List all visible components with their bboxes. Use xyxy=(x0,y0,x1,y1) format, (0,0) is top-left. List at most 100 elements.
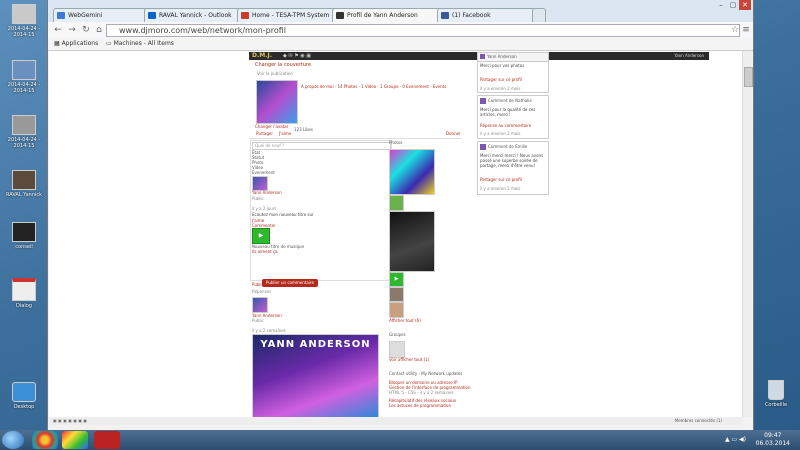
desktop-icon-archive-3[interactable]: 2014-04-24 - 2014-15 xyxy=(2,115,46,149)
tab-profil[interactable]: Profil de Yann Anderson ✕ xyxy=(332,8,450,22)
desktop-icon-label: conseil xyxy=(15,244,33,250)
nav-photos[interactable]: 14 Photos xyxy=(337,84,357,89)
photo-thumb-4[interactable] xyxy=(389,302,404,318)
change-cover-link[interactable]: Changer la couverture xyxy=(255,62,311,68)
bookmark-label: Machines - All Items xyxy=(113,40,174,47)
play-icon[interactable]: ▶ xyxy=(389,272,404,287)
sidebar-card-3: Comment de Émilie Merci merci merci ! No… xyxy=(477,141,549,195)
card-author[interactable]: Comment de Émilie xyxy=(488,144,527,149)
tray-icons[interactable]: ▲ ▭ ◀) xyxy=(725,436,746,443)
post2-avatar[interactable] xyxy=(252,297,268,313)
desktop-icon-label: 2014-04-24 - 2014-15 xyxy=(7,137,41,149)
activity-list: Bloquer un domaine ou adresse IP Gestion… xyxy=(389,380,471,408)
home-icon[interactable]: ⌂ xyxy=(93,24,105,36)
address-bar[interactable]: www.djmoro.com/web/network/mon-profil xyxy=(106,24,740,37)
groups-link[interactable]: Voir afficher tout (1) xyxy=(389,357,429,362)
card-text: Merci merci merci ! Nous avons passé une… xyxy=(480,153,544,168)
scrollbar-thumb[interactable] xyxy=(744,67,753,87)
facebook-icon xyxy=(441,12,449,19)
change-avatar-link[interactable]: Changer l'avatar xyxy=(255,124,288,129)
avatar[interactable] xyxy=(480,144,486,150)
vertical-scrollbar[interactable] xyxy=(742,51,753,417)
avatar[interactable] xyxy=(480,98,486,104)
members-online[interactable]: Membres connectés (1) xyxy=(675,418,722,423)
window-controls: – ▢ ✕ xyxy=(715,0,751,12)
desktop-icon-archive-2[interactable]: 2014-04-24 - 2014-15 xyxy=(2,60,46,94)
view-all-photos-link[interactable]: Afficher tout (6) xyxy=(389,318,421,323)
chrome-taskbar-icon[interactable] xyxy=(32,431,58,449)
profile-link[interactable]: Voir la publication xyxy=(257,71,293,76)
site-logo[interactable]: D.M.J. xyxy=(252,52,272,60)
minimize-icon[interactable]: – xyxy=(715,0,727,10)
share-link[interactable]: Partager xyxy=(256,131,273,136)
photo-thumb-2[interactable] xyxy=(389,211,435,272)
maximize-icon[interactable]: ▢ xyxy=(727,0,739,10)
reload-icon[interactable]: ↻ xyxy=(80,24,92,36)
back-icon[interactable]: ← xyxy=(52,24,64,36)
file-icon xyxy=(12,4,36,24)
post2-visibility: Public xyxy=(252,318,264,323)
tab-webgemini[interactable]: WebGemini ✕ xyxy=(53,8,157,22)
desktop-icon-label: Corbeille xyxy=(764,402,788,408)
tab-outlook[interactable]: RAVAL Yannick - Outlook ✕ xyxy=(144,8,250,22)
card-reply-link[interactable]: Réponse au commentaire xyxy=(480,123,531,128)
activity-item[interactable]: Les astuces de programmation xyxy=(389,403,471,408)
like-link[interactable]: J'aime xyxy=(279,131,291,136)
footer-icons[interactable]: ▣ ▣ ▣ ▣ ▣ ▣ ▣ xyxy=(53,418,87,423)
desktop-icon-label: 2014-04-24 - 2014-15 xyxy=(7,26,41,38)
tab-label: (1) Facebook xyxy=(452,12,491,19)
file-icon xyxy=(12,115,36,135)
filezilla-taskbar-icon[interactable] xyxy=(94,431,120,449)
outlook-icon xyxy=(148,12,156,19)
nav-icons[interactable]: ◆ ✉ ⚑ ◉ ▣ xyxy=(283,53,311,59)
desktop-icon-desktop[interactable]: Desktop xyxy=(2,382,46,410)
photos-label: Photos xyxy=(389,140,403,145)
card-author[interactable]: Comment de Nathalie xyxy=(488,98,532,103)
divider xyxy=(249,138,461,139)
paint-taskbar-icon[interactable] xyxy=(62,431,88,449)
clock-time: 09:47 xyxy=(764,432,782,439)
desktop-icon-recycle-bin[interactable]: Corbeille xyxy=(754,380,798,408)
nav-groups[interactable]: 1 Groupe xyxy=(380,84,398,89)
android-icon[interactable] xyxy=(389,195,404,211)
nav-events[interactable]: 0 Evenement xyxy=(402,84,429,89)
desktop-icon-label: Desktop xyxy=(13,404,35,410)
desktop-icon-dialog[interactable]: Dialog xyxy=(2,278,46,309)
header-username[interactable]: Yann Anderson xyxy=(674,52,704,60)
album-cover-image[interactable]: YANN ANDERSON xyxy=(252,334,379,417)
menu-icon[interactable]: ≡ xyxy=(740,24,752,36)
bookmark-machines[interactable]: ▭ Machines - All Items xyxy=(106,38,174,50)
file-icon xyxy=(12,60,36,80)
replies-label: Réponses xyxy=(252,289,272,294)
card-share-link[interactable]: Partager sur ce profil xyxy=(480,77,522,82)
publish-comment-button[interactable]: Publier un commentaire xyxy=(262,279,318,287)
profile-avatar[interactable] xyxy=(256,80,298,124)
desktop-icon-archive[interactable]: 2014-04-24 - 2014-15 xyxy=(2,4,46,38)
card-time: il y a environ 2 mois xyxy=(480,186,521,191)
desktop-icon-conseil[interactable]: conseil xyxy=(2,222,46,250)
tab-label: RAVAL Yannick - Outlook xyxy=(159,12,232,19)
start-button[interactable] xyxy=(2,431,24,449)
sidebar-header-name[interactable]: Yann Anderson xyxy=(487,54,517,59)
forward-icon[interactable]: → xyxy=(66,24,78,36)
close-window-icon[interactable]: ✕ xyxy=(739,0,751,10)
card-share-link[interactable]: Partager sur ce profil xyxy=(480,177,522,182)
clock[interactable]: 09:47 06.03.2014 xyxy=(756,432,790,448)
avatar xyxy=(480,54,485,59)
tab-tesa[interactable]: Home - TESA-TPM System ✕ xyxy=(237,8,345,22)
photo-thumb-1[interactable] xyxy=(389,149,435,195)
desktop-icon-raval[interactable]: RAVAL Yannick xyxy=(2,170,46,198)
comment-link[interactable]: Donner xyxy=(446,131,461,136)
nav-more[interactable]: Events xyxy=(433,84,447,89)
tab-label: Profil de Yann Anderson xyxy=(347,12,418,19)
group-thumb[interactable] xyxy=(389,341,405,358)
bookmarks-bar: ▦ Applications ▭ Machines - All Items xyxy=(48,38,753,51)
photo-thumb-3[interactable] xyxy=(389,287,404,302)
nav-about[interactable]: A propos de moi xyxy=(301,84,334,89)
new-tab-button[interactable] xyxy=(532,8,546,22)
feed-panel xyxy=(250,140,392,281)
tab-facebook[interactable]: (1) Facebook ✕ xyxy=(437,8,545,22)
nav-video[interactable]: 1 Video xyxy=(361,84,376,89)
chrome-window: WebGemini ✕ RAVAL Yannick - Outlook ✕ Ho… xyxy=(47,0,754,430)
bookmark-applications[interactable]: ▦ Applications xyxy=(54,38,98,50)
